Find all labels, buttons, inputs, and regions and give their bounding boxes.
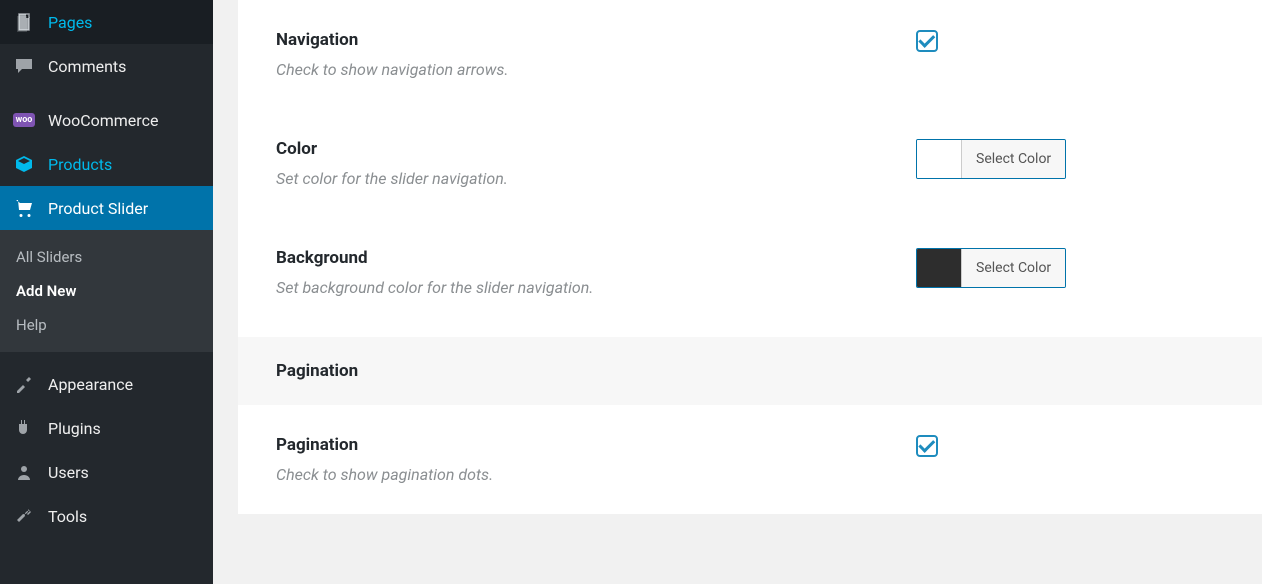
navigation-title: Navigation <box>276 30 916 50</box>
sidebar-item-appearance[interactable]: Appearance <box>0 362 213 406</box>
color-select-button: Select Color <box>961 140 1065 178</box>
pagination-section-title: Pagination <box>276 361 1224 381</box>
appearance-icon <box>12 372 36 396</box>
submenu-help[interactable]: Help <box>0 308 213 342</box>
field-color: Color Set color for the slider navigatio… <box>238 79 1262 188</box>
sidebar-item-pages[interactable]: Pages <box>0 0 213 44</box>
submenu-add-new[interactable]: Add New <box>0 274 213 308</box>
admin-sidebar: Pages Comments woo WooCommerce Products … <box>0 0 213 584</box>
background-title: Background <box>276 248 916 268</box>
pagination-checkbox[interactable] <box>916 435 938 457</box>
color-title: Color <box>276 139 916 159</box>
pagination-title: Pagination <box>276 435 916 455</box>
sidebar-item-products[interactable]: Products <box>0 142 213 186</box>
field-background: Background Set background color for the … <box>238 188 1262 297</box>
sidebar-item-users[interactable]: Users <box>0 450 213 494</box>
sidebar-item-tools[interactable]: Tools <box>0 494 213 538</box>
submenu-all-sliders[interactable]: All Sliders <box>0 240 213 274</box>
tools-icon <box>12 504 36 528</box>
pages-icon <box>12 10 36 34</box>
background-select-button: Select Color <box>961 249 1065 287</box>
background-swatch <box>917 249 961 287</box>
sidebar-item-comments[interactable]: Comments <box>0 44 213 88</box>
color-picker[interactable]: Select Color <box>916 139 1066 179</box>
sidebar-label: WooCommerce <box>48 111 158 130</box>
sidebar-label: Appearance <box>48 375 133 394</box>
sidebar-label: Plugins <box>48 419 101 438</box>
sidebar-label: Pages <box>48 13 92 32</box>
field-pagination: Pagination Check to show pagination dots… <box>238 405 1262 484</box>
sidebar-label: Comments <box>48 57 126 76</box>
plugins-icon <box>12 416 36 440</box>
users-icon <box>12 460 36 484</box>
sidebar-label: Users <box>48 463 89 482</box>
sidebar-item-plugins[interactable]: Plugins <box>0 406 213 450</box>
sidebar-label: Product Slider <box>48 199 148 218</box>
sidebar-item-product-slider[interactable]: Product Slider <box>0 186 213 230</box>
sidebar-item-woocommerce[interactable]: woo WooCommerce <box>0 98 213 142</box>
sidebar-label: Tools <box>48 507 87 526</box>
navigation-desc: Check to show navigation arrows. <box>276 60 916 79</box>
background-color-picker[interactable]: Select Color <box>916 248 1066 288</box>
woo-icon: woo <box>12 108 36 132</box>
settings-panel: Navigation Check to show navigation arro… <box>238 0 1262 514</box>
products-icon <box>12 152 36 176</box>
background-desc: Set background color for the slider navi… <box>276 278 916 297</box>
field-navigation: Navigation Check to show navigation arro… <box>238 0 1262 79</box>
pagination-section-header: Pagination <box>238 337 1262 405</box>
color-swatch <box>917 140 961 178</box>
sidebar-label: Products <box>48 155 112 174</box>
main-content: Navigation Check to show navigation arro… <box>213 0 1262 584</box>
pagination-desc: Check to show pagination dots. <box>276 465 916 484</box>
navigation-checkbox[interactable] <box>916 30 938 52</box>
color-desc: Set color for the slider navigation. <box>276 169 916 188</box>
comment-icon <box>12 54 36 78</box>
product-slider-submenu: All Sliders Add New Help <box>0 230 213 352</box>
cart-icon <box>12 196 36 220</box>
